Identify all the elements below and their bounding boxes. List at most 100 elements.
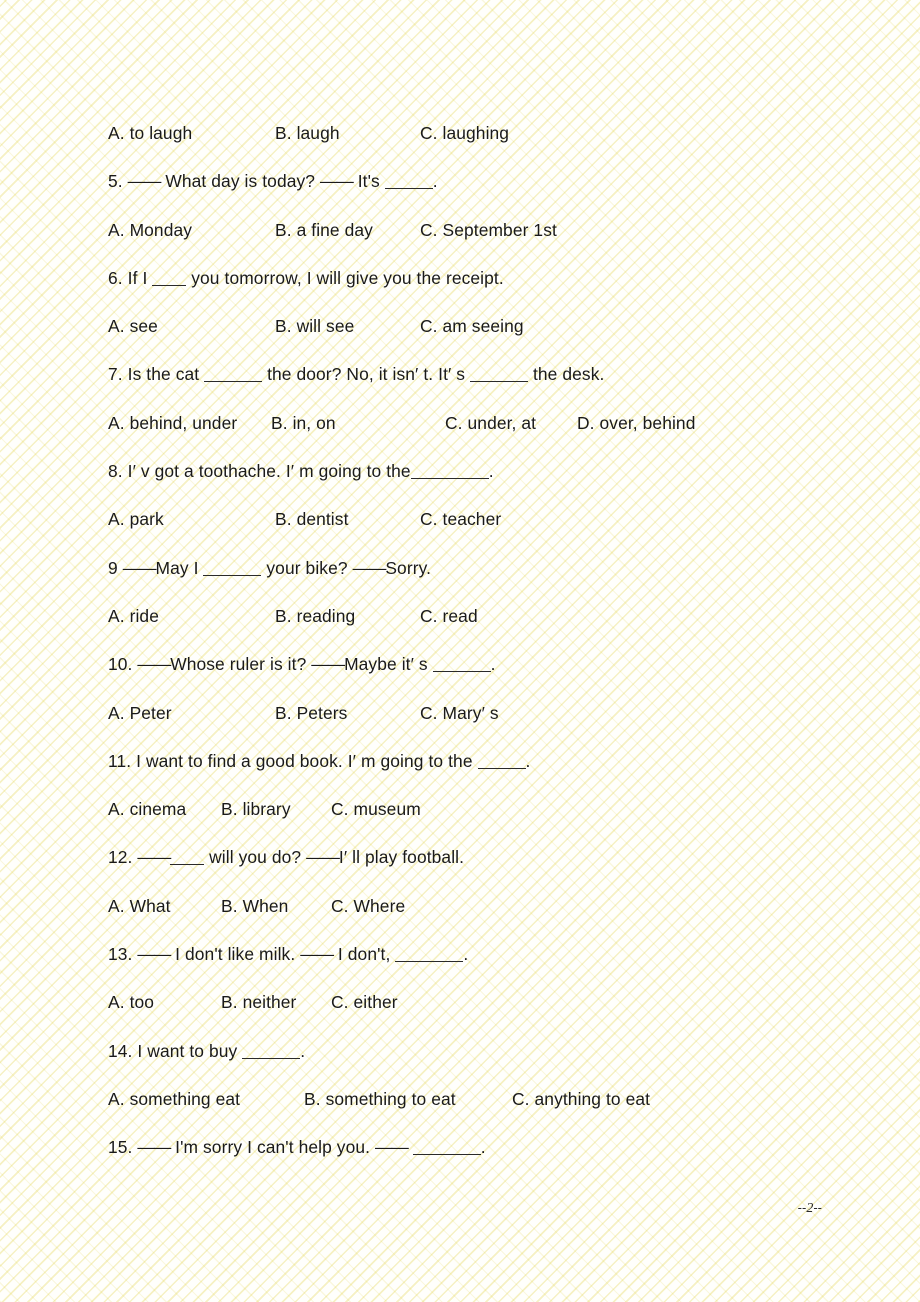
options-row: A. too B. neither C. either — [108, 987, 808, 1035]
fill-in-blank[interactable] — [470, 368, 529, 383]
question-stem: 7. Is the cat the door? No, it isn′ t. I… — [108, 359, 808, 407]
question-text: Is the cat — [122, 364, 205, 385]
fill-in-blank[interactable] — [432, 658, 491, 673]
answer-option[interactable]: B. something to eat — [304, 1084, 456, 1114]
question-text: . — [463, 944, 469, 965]
dialogue-dash: —— — [122, 557, 157, 578]
options-row: A. to laugh B. laugh C. laughing — [108, 118, 808, 166]
answer-option[interactable]: C. teacher — [420, 504, 501, 534]
question-text: Whose ruler is it? — [170, 654, 312, 675]
dialogue-dash: —— — [127, 171, 162, 192]
answer-option[interactable]: B. library — [221, 794, 291, 824]
dialogue-dash: —— — [137, 654, 171, 675]
question-text: . — [488, 461, 494, 482]
question-text: Maybe it′ s — [344, 654, 433, 675]
question-number: 12. — [108, 847, 133, 868]
answer-option[interactable]: B. will see — [275, 311, 354, 341]
question-number: 10. — [108, 654, 133, 675]
question-text: Sorry. — [385, 557, 432, 578]
answer-option[interactable]: C. read — [420, 601, 478, 631]
options-row: A. cinema B. library C. museum — [108, 794, 808, 842]
question-text: the door? No, it isn′ t. It′ s — [262, 364, 471, 385]
fill-in-blank[interactable] — [477, 755, 526, 769]
answer-option[interactable]: A. park — [108, 504, 164, 534]
question-number: 13. — [108, 944, 133, 965]
question-number: 7. — [108, 364, 123, 385]
question-stem: 15. —— I'm sorry I can't help you. —— . — [108, 1132, 808, 1180]
question-number: 11. — [108, 750, 132, 771]
question-number: 9 — [108, 557, 118, 578]
dialogue-dash: —— — [137, 847, 171, 868]
fill-in-blank[interactable] — [412, 1141, 481, 1156]
answer-option[interactable]: B. When — [221, 891, 288, 921]
dialogue-dash: —— — [137, 1137, 171, 1158]
page-footer: --2-- — [798, 1200, 822, 1217]
fill-in-blank[interactable] — [242, 1045, 301, 1059]
question-number: 5. — [108, 171, 123, 192]
question-text: . — [490, 654, 496, 675]
answer-option[interactable]: A. ride — [108, 601, 159, 631]
options-row: A. something eat B. something to eat C. an… — [108, 1084, 808, 1132]
answer-option[interactable]: C. laughing — [420, 118, 509, 148]
dialogue-dash: —— — [306, 847, 340, 868]
question-text: What day is today? — [160, 171, 320, 192]
options-row: A. What B. When C. Where — [108, 891, 808, 939]
answer-option[interactable]: A. behind, under — [108, 408, 237, 438]
answer-option[interactable]: A. Monday — [108, 215, 192, 245]
options-row: A. park B. dentist C. teacher — [108, 504, 808, 552]
options-row: A. Monday B. a fine day C. September 1st — [108, 215, 808, 263]
question-text: May I — [155, 557, 204, 578]
answer-option[interactable]: B. laugh — [275, 118, 340, 148]
fill-in-blank[interactable] — [410, 465, 489, 480]
answer-option[interactable]: C. am seeing — [420, 311, 524, 341]
answer-option[interactable]: A. too — [108, 987, 154, 1017]
question-text: I don't like milk. — [170, 944, 301, 965]
answer-option[interactable]: B. reading — [275, 601, 355, 631]
question-number: 6. — [108, 267, 123, 288]
answer-option[interactable]: C. under, at — [445, 408, 536, 438]
question-text: I want to find a good book. I′ m going t… — [131, 750, 478, 771]
answer-option[interactable]: B. dentist — [275, 504, 349, 534]
answer-option[interactable]: C. either — [331, 987, 398, 1017]
fill-in-blank[interactable] — [170, 851, 205, 866]
fill-in-blank[interactable] — [152, 272, 187, 286]
answer-option[interactable]: C. Where — [331, 891, 405, 921]
answer-option[interactable]: C. September 1st — [420, 215, 557, 245]
question-text: . — [480, 1137, 486, 1158]
dialogue-dash: —— — [374, 1137, 409, 1158]
fill-in-blank[interactable] — [203, 562, 262, 576]
answer-option[interactable]: D. over, behind — [577, 408, 695, 438]
question-text: It's — [352, 171, 385, 192]
question-text: your bike? — [261, 557, 353, 578]
answer-option[interactable]: B. in, on — [271, 408, 336, 438]
dialogue-dash: —— — [320, 171, 354, 192]
answer-option[interactable]: C. museum — [331, 794, 421, 824]
answer-option[interactable]: A. to laugh — [108, 118, 192, 148]
question-list: A. to laugh B. laugh C. laughing 5. —— What… — [108, 118, 808, 1181]
question-stem: 9 ——May I your bike? ——Sorry. — [108, 553, 808, 601]
answer-option[interactable]: A. cinema — [108, 794, 186, 824]
options-row: A. see B. will see C. am seeing — [108, 311, 808, 359]
question-text: I don't, — [332, 944, 396, 965]
dialogue-dash: —— — [300, 944, 334, 965]
answer-option[interactable]: B. neither — [221, 987, 296, 1017]
answer-option[interactable]: A. Peter — [108, 698, 172, 728]
question-text: . — [300, 1040, 306, 1061]
fill-in-blank[interactable] — [384, 175, 433, 190]
answer-option[interactable]: C. anything to eat — [512, 1084, 650, 1114]
answer-option[interactable]: A. see — [108, 311, 158, 341]
fill-in-blank[interactable] — [204, 368, 263, 383]
answer-option[interactable]: A. something eat — [108, 1084, 240, 1114]
dialogue-dash: —— — [137, 944, 171, 965]
question-number: 15. — [108, 1137, 133, 1158]
question-stem: 14. I want to buy . — [108, 1036, 808, 1084]
answer-option[interactable]: B. a fine day — [275, 215, 373, 245]
question-stem: 12. —— will you do? ——I′ ll play footbal… — [108, 842, 808, 890]
answer-option[interactable]: A. What — [108, 891, 171, 921]
answer-option[interactable]: C. Mary′ s — [420, 698, 499, 728]
question-text: I′ v got a toothache. I′ m going to the — [122, 461, 411, 482]
options-row: A. behind, under B. in, on C. under, at D. … — [108, 408, 808, 456]
fill-in-blank[interactable] — [395, 948, 464, 963]
question-text: will you do? — [204, 847, 307, 868]
answer-option[interactable]: B. Peters — [275, 698, 347, 728]
